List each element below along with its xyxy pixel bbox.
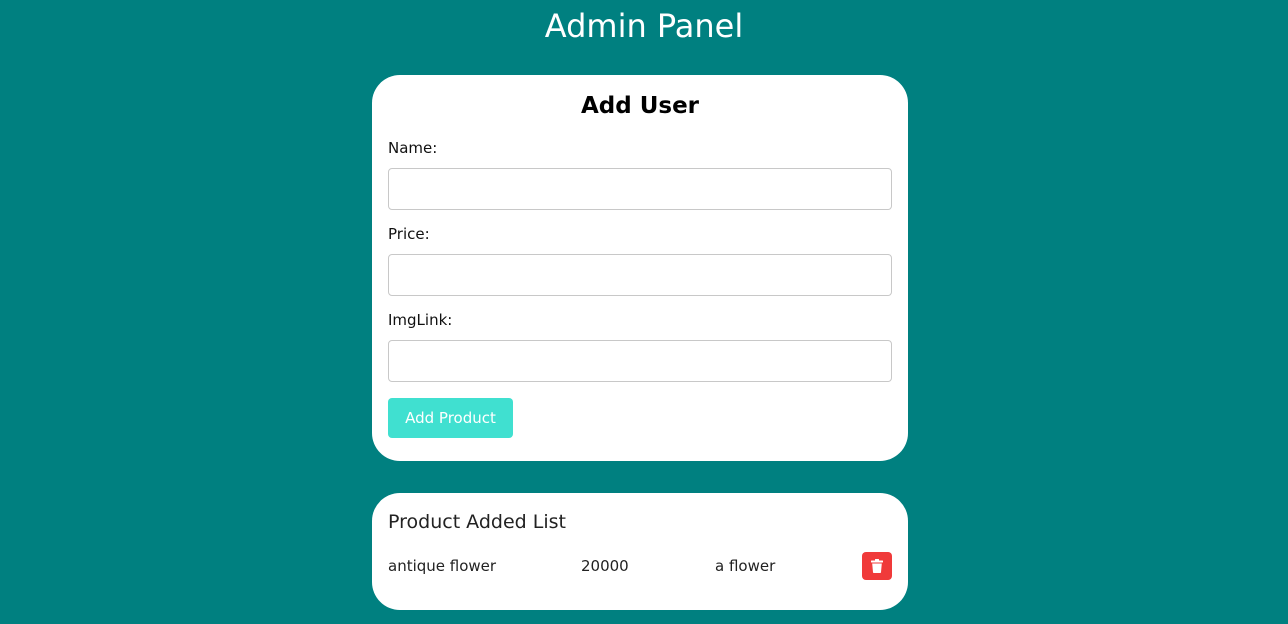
product-price: 20000 <box>581 557 629 575</box>
price-input[interactable] <box>388 254 892 296</box>
delete-product-button[interactable] <box>862 552 892 580</box>
name-input[interactable] <box>388 168 892 210</box>
product-img-link: a flower <box>715 557 776 575</box>
product-list-card: Product Added List antique flower 20000 … <box>372 493 908 610</box>
list-item: antique flower 20000 a flower <box>388 552 892 580</box>
trash-icon <box>871 559 883 573</box>
add-user-form: Add User Name: Price: ImgLink: Add Produ… <box>372 75 908 461</box>
imglink-label: ImgLink: <box>388 311 453 329</box>
page-title: Admin Panel <box>544 7 744 45</box>
name-label: Name: <box>388 139 438 157</box>
product-name: antique flower <box>388 557 497 575</box>
product-list-heading: Product Added List <box>388 511 566 533</box>
form-heading: Add User <box>580 93 700 119</box>
add-product-button[interactable]: Add Product <box>388 398 513 438</box>
imglink-input[interactable] <box>388 340 892 382</box>
price-label: Price: <box>388 225 430 243</box>
